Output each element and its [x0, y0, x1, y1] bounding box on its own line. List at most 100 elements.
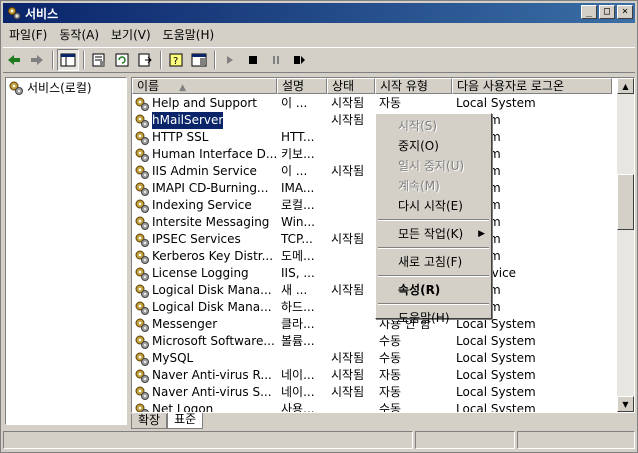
service-name-cell: Messenger [132, 316, 277, 333]
service-name-cell: IIS Admin Service [132, 163, 277, 180]
refresh-toolbar-button[interactable] [111, 49, 133, 71]
play-icon [227, 56, 233, 64]
forward-arrow-icon [31, 55, 43, 65]
toolbar-separator [83, 51, 85, 69]
context-menu-all-tasks[interactable]: 모든 작업(K) ▶ [376, 224, 491, 244]
table-row[interactable]: Net Logon 사용... 수동 Local System [132, 401, 619, 413]
service-gear-icon [134, 181, 150, 197]
service-name-cell: Intersite Messaging [132, 214, 277, 231]
restart-service-button[interactable] [288, 49, 310, 71]
service-description: 사용... [281, 402, 315, 413]
service-name-cell: MySQL [132, 350, 277, 367]
menu-separator [378, 219, 489, 221]
service-startup-type: 수동 [379, 351, 402, 365]
menu-help[interactable]: 도움말(H) [157, 26, 221, 44]
table-row[interactable]: Microsoft Software... 볼륨... 수동 Local System [132, 333, 619, 350]
status-panel [3, 431, 413, 449]
table-row[interactable]: Naver Anti-virus S... 네이... 시작됨 자동 Local Sys… [132, 384, 619, 401]
service-name-cell: License Logging [132, 265, 277, 282]
service-name: Intersite Messaging [152, 215, 270, 229]
export-list-button[interactable] [134, 49, 156, 71]
service-name-cell: Net Logon [132, 401, 277, 412]
column-header-name[interactable]: 이름 ▲ [132, 78, 277, 94]
context-menu-properties[interactable]: 속성(R) [376, 280, 491, 300]
help-toolbar-button[interactable]: ? [165, 49, 187, 71]
column-header-description[interactable]: 설명 [277, 78, 327, 94]
context-menu-refresh[interactable]: 새로 고침(F) [376, 252, 491, 272]
table-row[interactable]: MySQL 시작됨 수동 Local System [132, 350, 619, 367]
stop-service-button[interactable] [242, 49, 264, 71]
show-hide-action-pane-button[interactable] [188, 49, 210, 71]
service-name: MySQL [152, 351, 194, 365]
service-gear-icon [134, 334, 150, 350]
menu-separator [378, 303, 489, 305]
service-gear-icon [134, 351, 150, 367]
services-gear-icon [9, 81, 23, 95]
pause-service-button[interactable] [265, 49, 287, 71]
column-header-logon-as[interactable]: 다음 사용자로 로그온 [452, 78, 612, 94]
service-logon-as: Local System [456, 385, 536, 399]
context-menu-help[interactable]: 도움말(H) [376, 308, 491, 328]
properties-toolbar-button[interactable] [88, 49, 110, 71]
scroll-up-button[interactable]: ▲ [617, 78, 634, 94]
start-service-button[interactable] [219, 49, 241, 71]
service-startup-type: 자동 [379, 385, 402, 399]
service-description: 네이... [281, 385, 315, 399]
column-header-startup-type[interactable]: 시작 유형 [375, 78, 452, 94]
console-tree[interactable]: 서비스(로컬) [5, 77, 127, 425]
minimize-button[interactable]: _ [581, 5, 597, 19]
show-hide-tree-button[interactable] [57, 49, 79, 71]
service-startup-type: 자동 [379, 368, 402, 382]
service-logon-as: Local System [456, 368, 536, 382]
column-header-status[interactable]: 상태 [327, 78, 375, 94]
service-name: Indexing Service [152, 198, 252, 212]
service-description: 키보... [281, 147, 315, 161]
menu-separator [378, 247, 489, 249]
table-row[interactable]: Help and Support 이 ... 시작됨 자동 Local System [132, 95, 619, 112]
service-name: Human Interface D... [152, 147, 277, 161]
service-startup-type: 자동 [379, 96, 402, 110]
service-name-cell: HTTP SSL [132, 129, 277, 146]
close-button[interactable]: × [617, 5, 633, 19]
table-row[interactable]: Naver Anti-virus R... 네이... 시작됨 자동 Local Sys… [132, 367, 619, 384]
service-name-cell: Microsoft Software... [132, 333, 277, 350]
stop-icon [249, 56, 257, 64]
menu-action[interactable]: 동작(A) [53, 26, 105, 44]
service-name: IPSEC Services [152, 232, 241, 246]
service-name: License Logging [152, 266, 249, 280]
service-name: HTTP SSL [152, 130, 209, 144]
tab-standard[interactable]: 표준 [167, 413, 204, 429]
service-gear-icon [134, 249, 150, 265]
scroll-up-arrow-icon: ▲ [622, 81, 629, 91]
menu-file[interactable]: 파일(F) [3, 26, 53, 44]
context-menu-resume[interactable]: 계속(M) [376, 176, 491, 196]
properties-icon [92, 53, 105, 67]
service-description: TCP... [281, 232, 313, 246]
service-name-cell: Naver Anti-virus R... [132, 367, 277, 384]
title-bar[interactable]: 서비스 _ □ × [3, 3, 635, 23]
menu-view[interactable]: 보기(V) [105, 26, 157, 44]
context-menu-start[interactable]: 시작(S) [376, 116, 491, 136]
pause-icon [273, 56, 279, 64]
console-tree-icon [60, 53, 76, 67]
context-menu-pause[interactable]: 일시 중지(U) [376, 156, 491, 176]
tab-extended[interactable]: 확장 [131, 414, 168, 429]
service-description: 클라... [281, 317, 315, 331]
context-menu-stop[interactable]: 중지(O) [376, 136, 491, 156]
tree-item-services-local[interactable]: 서비스(로컬) [6, 78, 126, 97]
vertical-scrollbar[interactable]: ▲ ▼ [617, 78, 634, 412]
service-name: IMAPI CD-Burning... [152, 181, 269, 195]
service-status: 시작됨 [331, 351, 365, 365]
context-menu-restart[interactable]: 다시 시작(E) [376, 196, 491, 216]
maximize-button[interactable]: □ [599, 5, 615, 19]
service-name: IIS Admin Service [152, 164, 257, 178]
console-view-icon [191, 53, 207, 67]
scroll-down-button[interactable]: ▼ [617, 396, 634, 412]
forward-button[interactable] [26, 49, 48, 71]
restart-icon [294, 56, 305, 64]
service-status: 시작됨 [331, 113, 365, 127]
scroll-thumb[interactable] [617, 174, 634, 230]
service-name-cell: Logical Disk Mana... [132, 282, 277, 299]
service-gear-icon [134, 266, 150, 282]
back-button[interactable] [3, 49, 25, 71]
